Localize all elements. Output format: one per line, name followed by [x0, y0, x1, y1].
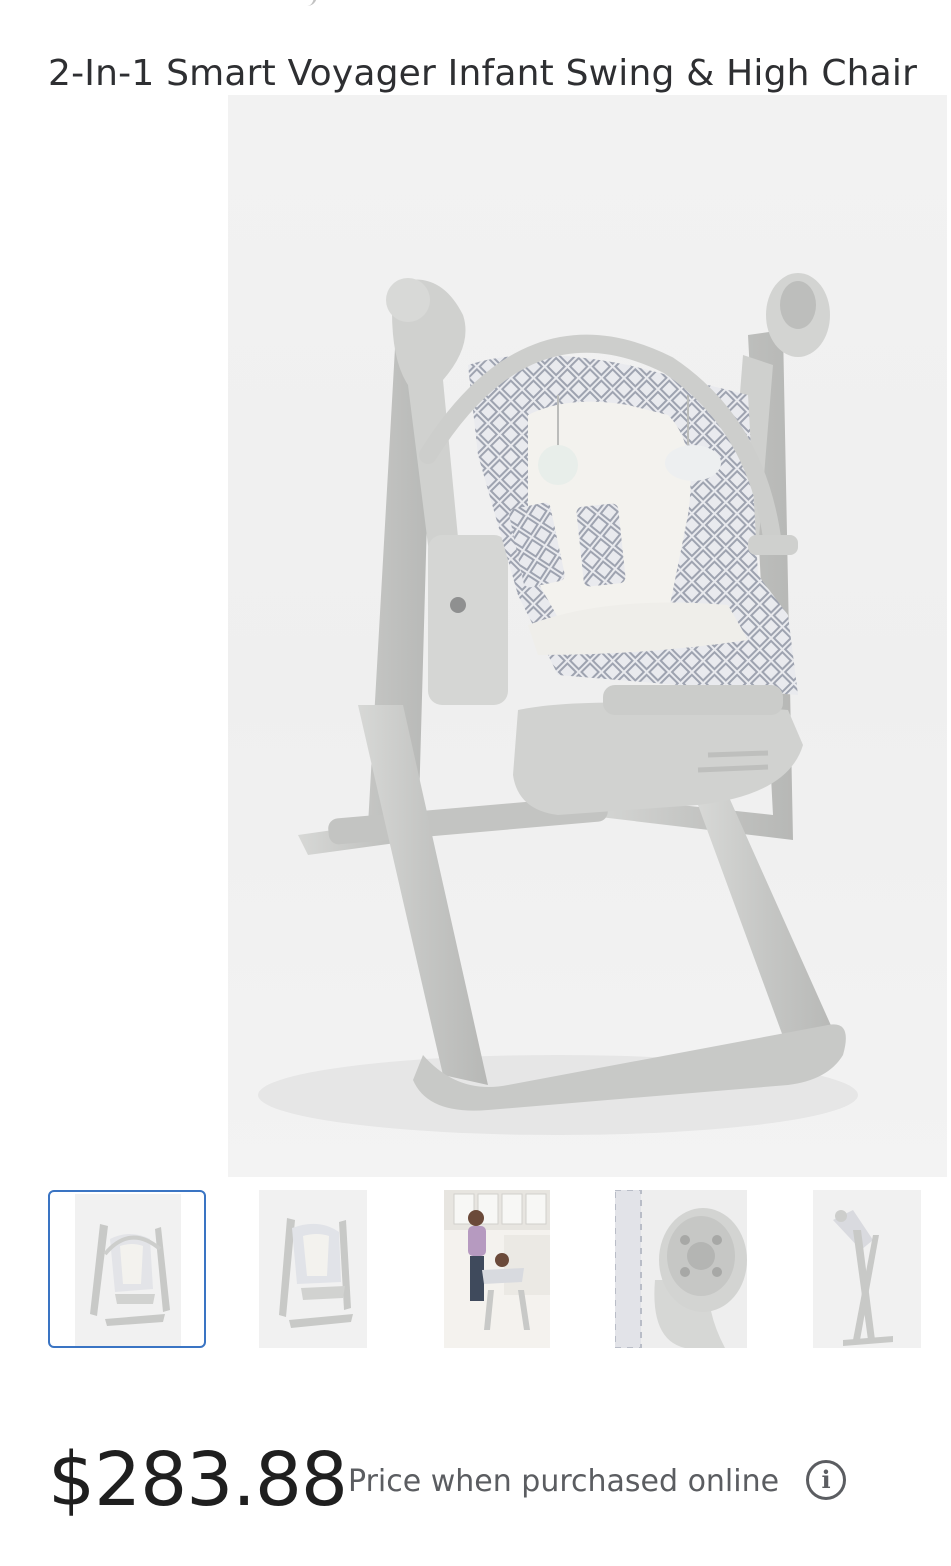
- thumbnail-control-panel[interactable]: [603, 1190, 761, 1348]
- thumbnail-swing-front[interactable]: [48, 1190, 206, 1348]
- swing-side-thumbnail-icon: [813, 1190, 921, 1348]
- lifestyle-thumbnail-icon: [444, 1190, 550, 1348]
- thumbnail-swing-side[interactable]: [788, 1190, 946, 1348]
- info-icon[interactable]: i: [806, 1460, 846, 1500]
- product-price: $283.88: [48, 1437, 348, 1523]
- thumbnail-swing-angled[interactable]: [233, 1190, 391, 1348]
- price-row: $283.88 Price when purchased online i: [48, 1432, 928, 1532]
- infant-swing-illustration: [258, 273, 858, 1135]
- product-title: 2-In-1 Smart Voyager Infant Swing & High…: [48, 53, 918, 95]
- control-panel-thumbnail-icon: [615, 1190, 747, 1348]
- swing-front-thumbnail-icon: [75, 1194, 181, 1346]
- product-main-image[interactable]: [228, 95, 947, 1177]
- thumbnail-lifestyle[interactable]: [418, 1190, 576, 1348]
- price-note: Price when purchased online: [348, 1464, 780, 1499]
- image-thumbnail-strip: [48, 1190, 928, 1350]
- swing-angled-thumbnail-icon: [259, 1190, 367, 1348]
- cropped-glyph: [300, 0, 317, 6]
